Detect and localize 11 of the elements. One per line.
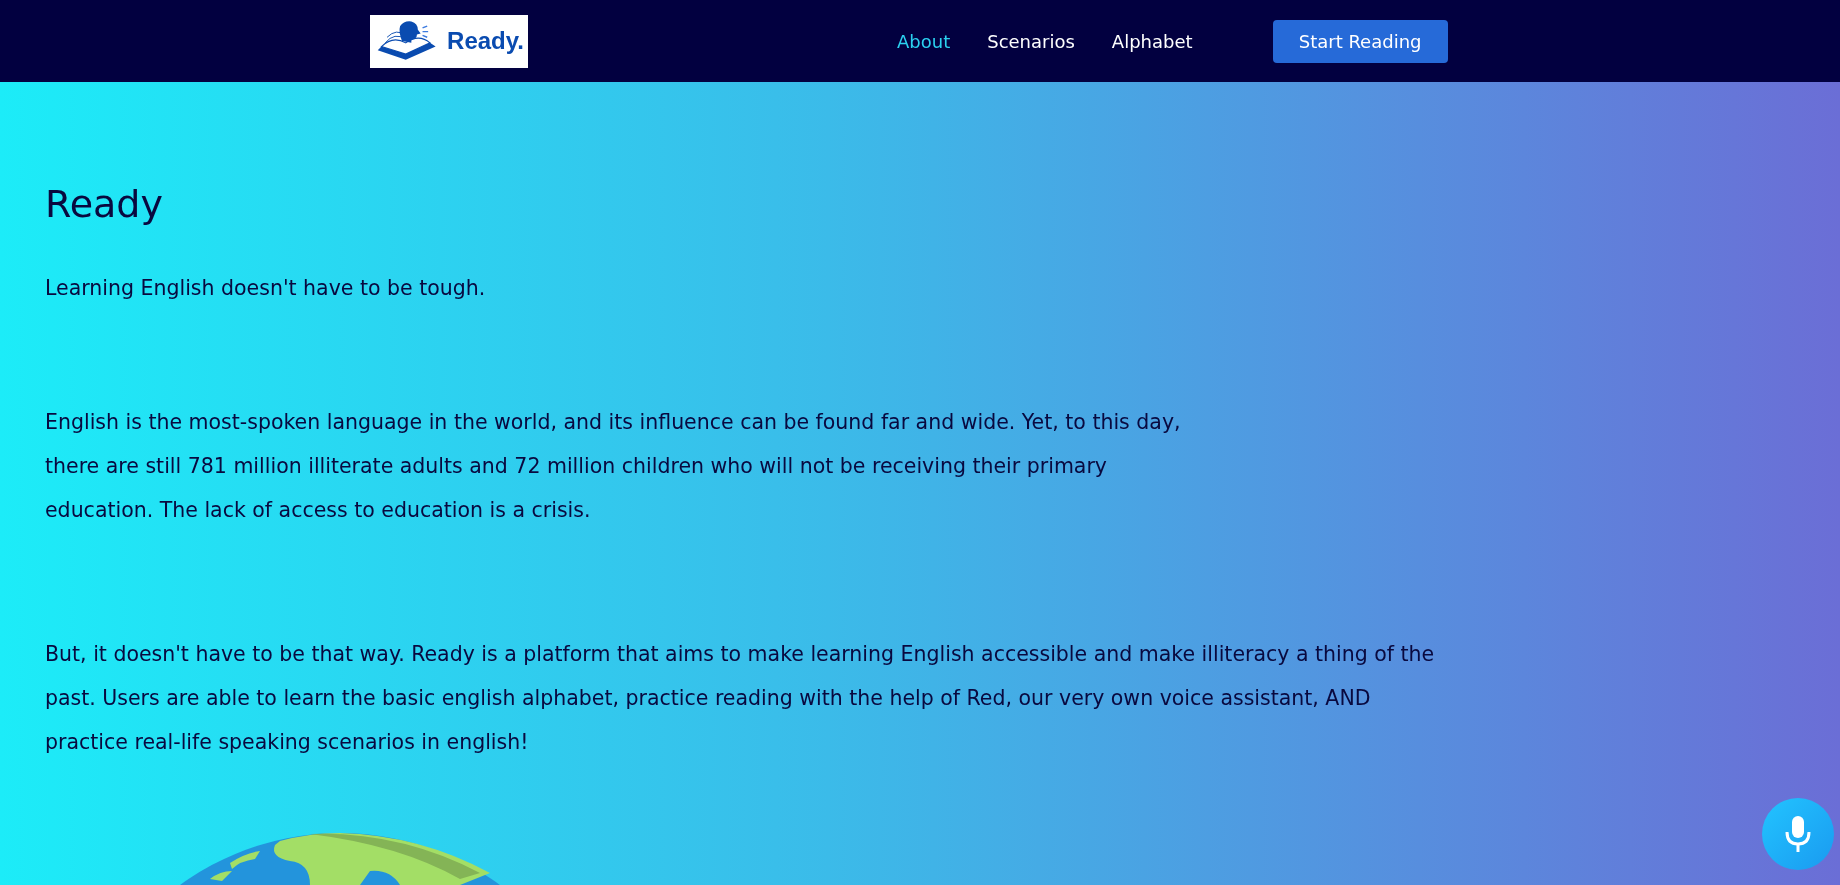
start-reading-button[interactable]: Start Reading (1272, 19, 1448, 63)
nav-link[interactable]: Alphabet (1111, 30, 1193, 52)
page-title: Ready (45, 182, 164, 226)
paragraph: English is the most-spoken language in the world, and its influence can be found far and wide. Yet, to this day, there are still 781 million illiterate adults and 72 million children who will not be receiving their primary education. The lack of access to education is a crisis. (45, 409, 1182, 524)
microphone-icon (1783, 814, 1813, 854)
nav-link[interactable]: Scenarios (987, 30, 1075, 52)
logo-text: Ready. (447, 27, 524, 55)
tagline: Learning English doesn't have to be tough. (45, 276, 487, 300)
logo[interactable]: Ready. (370, 14, 528, 68)
nav-link[interactable]: About (897, 30, 951, 52)
paragraph: But, it doesn't have to be that way. Ready is a platform that aims to make learning English accessible and make illiteracy a thing of the past. Users are able to learn the basic english alphabet, practice reading with the help of Red, our very own voice assistant, AND practice real-life speaking scenarios in english! (45, 641, 1436, 756)
